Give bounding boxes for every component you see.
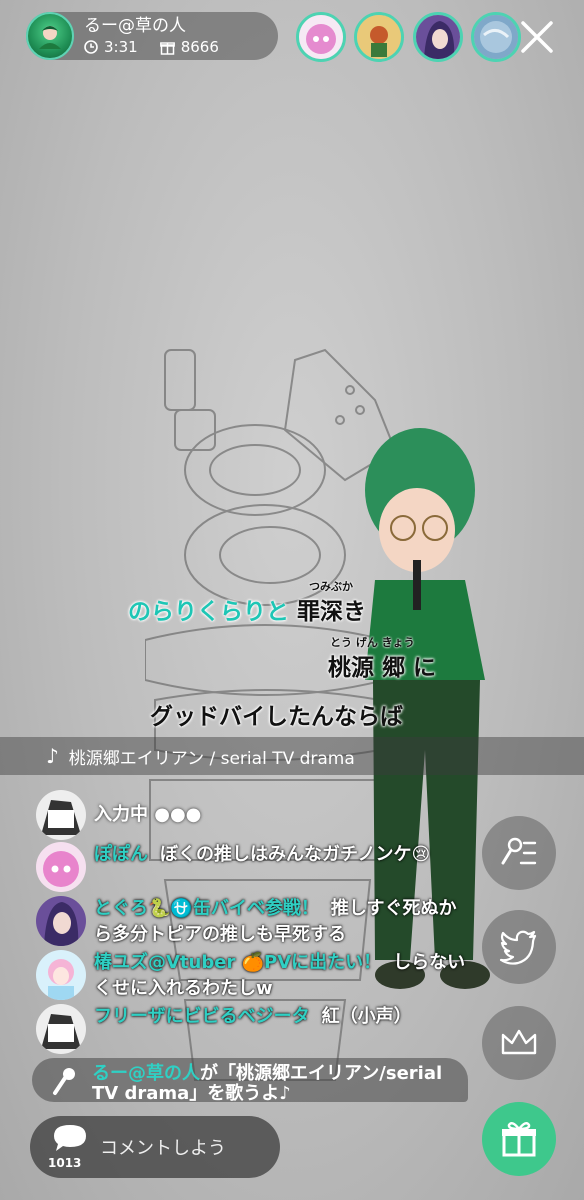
- comment-text: ぼくの推しはみんなガチノンケ😢: [160, 844, 431, 865]
- lyric-line-1-unsung: 罪深き: [297, 599, 367, 625]
- clock-icon: [84, 40, 98, 54]
- typing-indicator: 入力中 ●●●: [94, 804, 202, 825]
- comment-item: ぽぽん ぼくの推しはみんなガチノンケ😢: [36, 842, 466, 892]
- comment-item: 椿ユズ@Vtuber 🍊PVに出たい！ しらないくせに入れるわたしw: [36, 950, 466, 1002]
- song-request-button[interactable]: [482, 816, 556, 890]
- close-button[interactable]: [514, 14, 560, 60]
- gift-points-count: 8666: [180, 38, 219, 56]
- comment-username[interactable]: フリーザにビビるベジータ: [94, 1006, 310, 1027]
- comment-typing: 入力中 ●●●: [36, 790, 466, 840]
- comment-text: 紅（小声）: [321, 1006, 412, 1027]
- comment-input-button[interactable]: 1013 コメントしよう: [30, 1116, 280, 1178]
- comment-item: とぐろ🐍⛎缶バイベ参戦！ 推しすぐ死ぬから多分トピアの推しも早死する: [36, 896, 466, 948]
- close-icon: [521, 21, 553, 53]
- comment-username[interactable]: ぽぽん: [94, 844, 148, 865]
- now-playing-bar[interactable]: ♪ 桃源郷エイリアン / serial TV drama: [0, 737, 584, 775]
- comment-avatar[interactable]: [36, 790, 86, 840]
- mic-list-icon: [501, 837, 537, 865]
- viewer-avatar-1[interactable]: [296, 12, 346, 62]
- song-title: 桃源郷エイリアン / serial TV drama: [68, 748, 355, 769]
- streamer-avatar[interactable]: [26, 12, 74, 60]
- comment-username[interactable]: 椿ユズ@Vtuber 🍊PVに出たい！: [94, 952, 381, 973]
- singing-announcement: るー@草の人が「桃源郷エイリアン/serial TV drama」を歌うよ♪: [32, 1058, 468, 1102]
- lyric-line-2: 桃源 郷 に: [328, 655, 437, 681]
- comment-username[interactable]: とぐろ🐍⛎缶バイベ参戦！: [94, 898, 319, 919]
- comment-avatar[interactable]: [36, 950, 86, 1000]
- microphone-icon: [53, 1068, 75, 1095]
- twitter-share-button[interactable]: [482, 910, 556, 984]
- lyric-line-3: グッドバイしたんならば: [150, 704, 403, 730]
- viewer-avatar-2[interactable]: [354, 12, 404, 62]
- comment-placeholder: コメントしよう: [100, 1138, 226, 1159]
- comment-item: フリーザにビビるベジータ 紅（小声）: [36, 1004, 466, 1054]
- twitter-bird-icon: [499, 930, 537, 965]
- gift-icon: [502, 1122, 536, 1157]
- music-note-icon: ♪: [46, 744, 59, 768]
- viewer-avatar-3[interactable]: [413, 12, 463, 62]
- speech-bubble-icon: [54, 1125, 86, 1151]
- comment-avatar[interactable]: [36, 896, 86, 946]
- stream-duration: 3:31: [104, 38, 138, 56]
- ranking-button[interactable]: [482, 1006, 556, 1080]
- announcement-username[interactable]: るー@草の人: [92, 1063, 200, 1084]
- lyric-line-1-sung: のらりくらりと: [128, 599, 289, 625]
- crown-icon: [501, 1029, 537, 1055]
- comment-avatar[interactable]: [36, 842, 86, 892]
- comment-avatar[interactable]: [36, 1004, 86, 1054]
- gift-button[interactable]: [482, 1102, 556, 1176]
- streamer-name: るー@草の人: [84, 16, 186, 36]
- lyric-line-1: のらりくらりと 罪深き: [128, 592, 366, 626]
- comment-count: 1013: [48, 1156, 82, 1170]
- gift-points-icon: [159, 41, 175, 55]
- streamer-info-pill[interactable]: るー@草の人 3:31 8666: [26, 12, 278, 60]
